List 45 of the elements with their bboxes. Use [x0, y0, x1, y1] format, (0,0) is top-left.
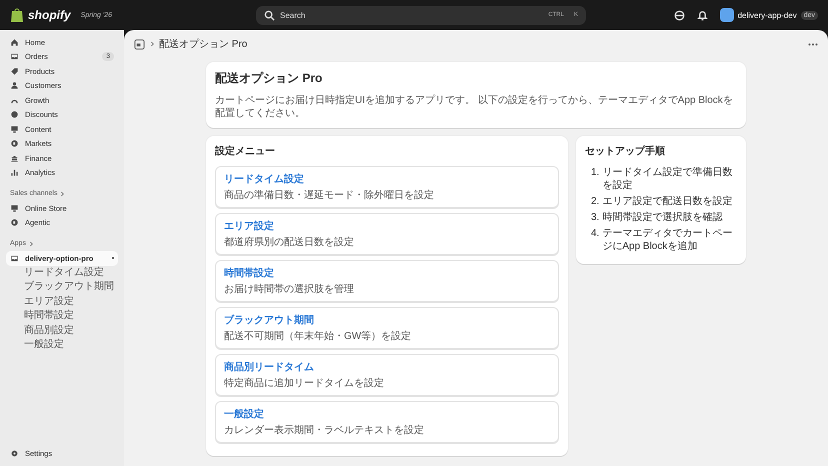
card-description: カートページにお届け日時指定UIを追加するアプリです。 以下の設定を行ってから、テーマエディタでApp Blockを配置してください。	[215, 94, 734, 120]
nav-icon	[10, 66, 19, 76]
nav-icon	[10, 38, 19, 47]
card-title: セットアップ手順	[585, 144, 666, 158]
nav-icon	[10, 124, 19, 134]
nav-icon	[10, 204, 19, 213]
setup-step: 2. エリア設定で配送日数を設定	[591, 195, 737, 208]
card-title: 設定メニュー	[215, 144, 276, 158]
menu-item[interactable]: 時間帯設定 お届け時間帯の選択肢を管理	[215, 260, 559, 302]
notification-icon[interactable]	[696, 10, 708, 20]
nav-icon	[10, 254, 19, 263]
gear-icon	[10, 449, 19, 458]
sidebar-subitem[interactable]: 時間帯設定	[6, 309, 118, 324]
chevron-icon	[28, 240, 33, 246]
card-title: 配送オプション Pro	[215, 70, 324, 87]
setup-step: 3. 時間帯設定で選択肢を確認	[591, 211, 737, 224]
sidebar-subitem[interactable]: 商品別設定	[6, 324, 118, 338]
menu-item[interactable]: 一般設定 カレンダー表示期間・ラベルテキストを設定	[215, 401, 559, 443]
sidebar-subitem[interactable]: 一般設定	[6, 338, 118, 354]
sidebar-subitem[interactable]: リードタイム設定	[6, 266, 118, 280]
sidebar-subitem[interactable]: エリア設定	[6, 294, 118, 310]
brand-name: shopify	[28, 8, 71, 22]
store-avatar[interactable]	[720, 8, 734, 22]
nav-icon	[10, 168, 19, 178]
shopping-bag-icon	[10, 7, 24, 23]
chevron-icon	[60, 190, 64, 196]
nav-icon	[10, 139, 19, 148]
menu-item[interactable]: 商品別リードタイム 特定商品に追加リードタイムを設定	[215, 354, 559, 396]
more-icon[interactable]	[808, 42, 818, 46]
setup-step: 1. リードタイム設定で準備日数を設定	[591, 166, 737, 192]
store-name[interactable]: delivery-app-dev	[738, 10, 797, 20]
nav-icon	[10, 154, 19, 163]
menu-item[interactable]: ブラックアウト期間 配送不可期間（年末年始・GW等）を設定	[215, 307, 559, 349]
app-icon	[134, 38, 145, 50]
search-icon	[264, 10, 275, 20]
menu-item[interactable]: リードタイム設定 商品の準備日数・遅延モード・除外曜日を設定	[215, 166, 559, 208]
sidebar-subitem[interactable]: ブラックアウト期間	[6, 280, 118, 295]
menu-item[interactable]: エリア設定 都道府県別の配送日数を設定	[215, 213, 559, 255]
nav-icon	[10, 218, 19, 228]
search-field[interactable]: Search	[280, 10, 538, 20]
setup-step: 4. テーマエディタでカートページにApp Blockを追加	[591, 227, 737, 253]
nav-icon	[10, 52, 19, 62]
nav-icon	[10, 81, 19, 90]
chevron-icon	[150, 41, 154, 47]
page-title: 配送オプション Pro	[159, 38, 248, 51]
